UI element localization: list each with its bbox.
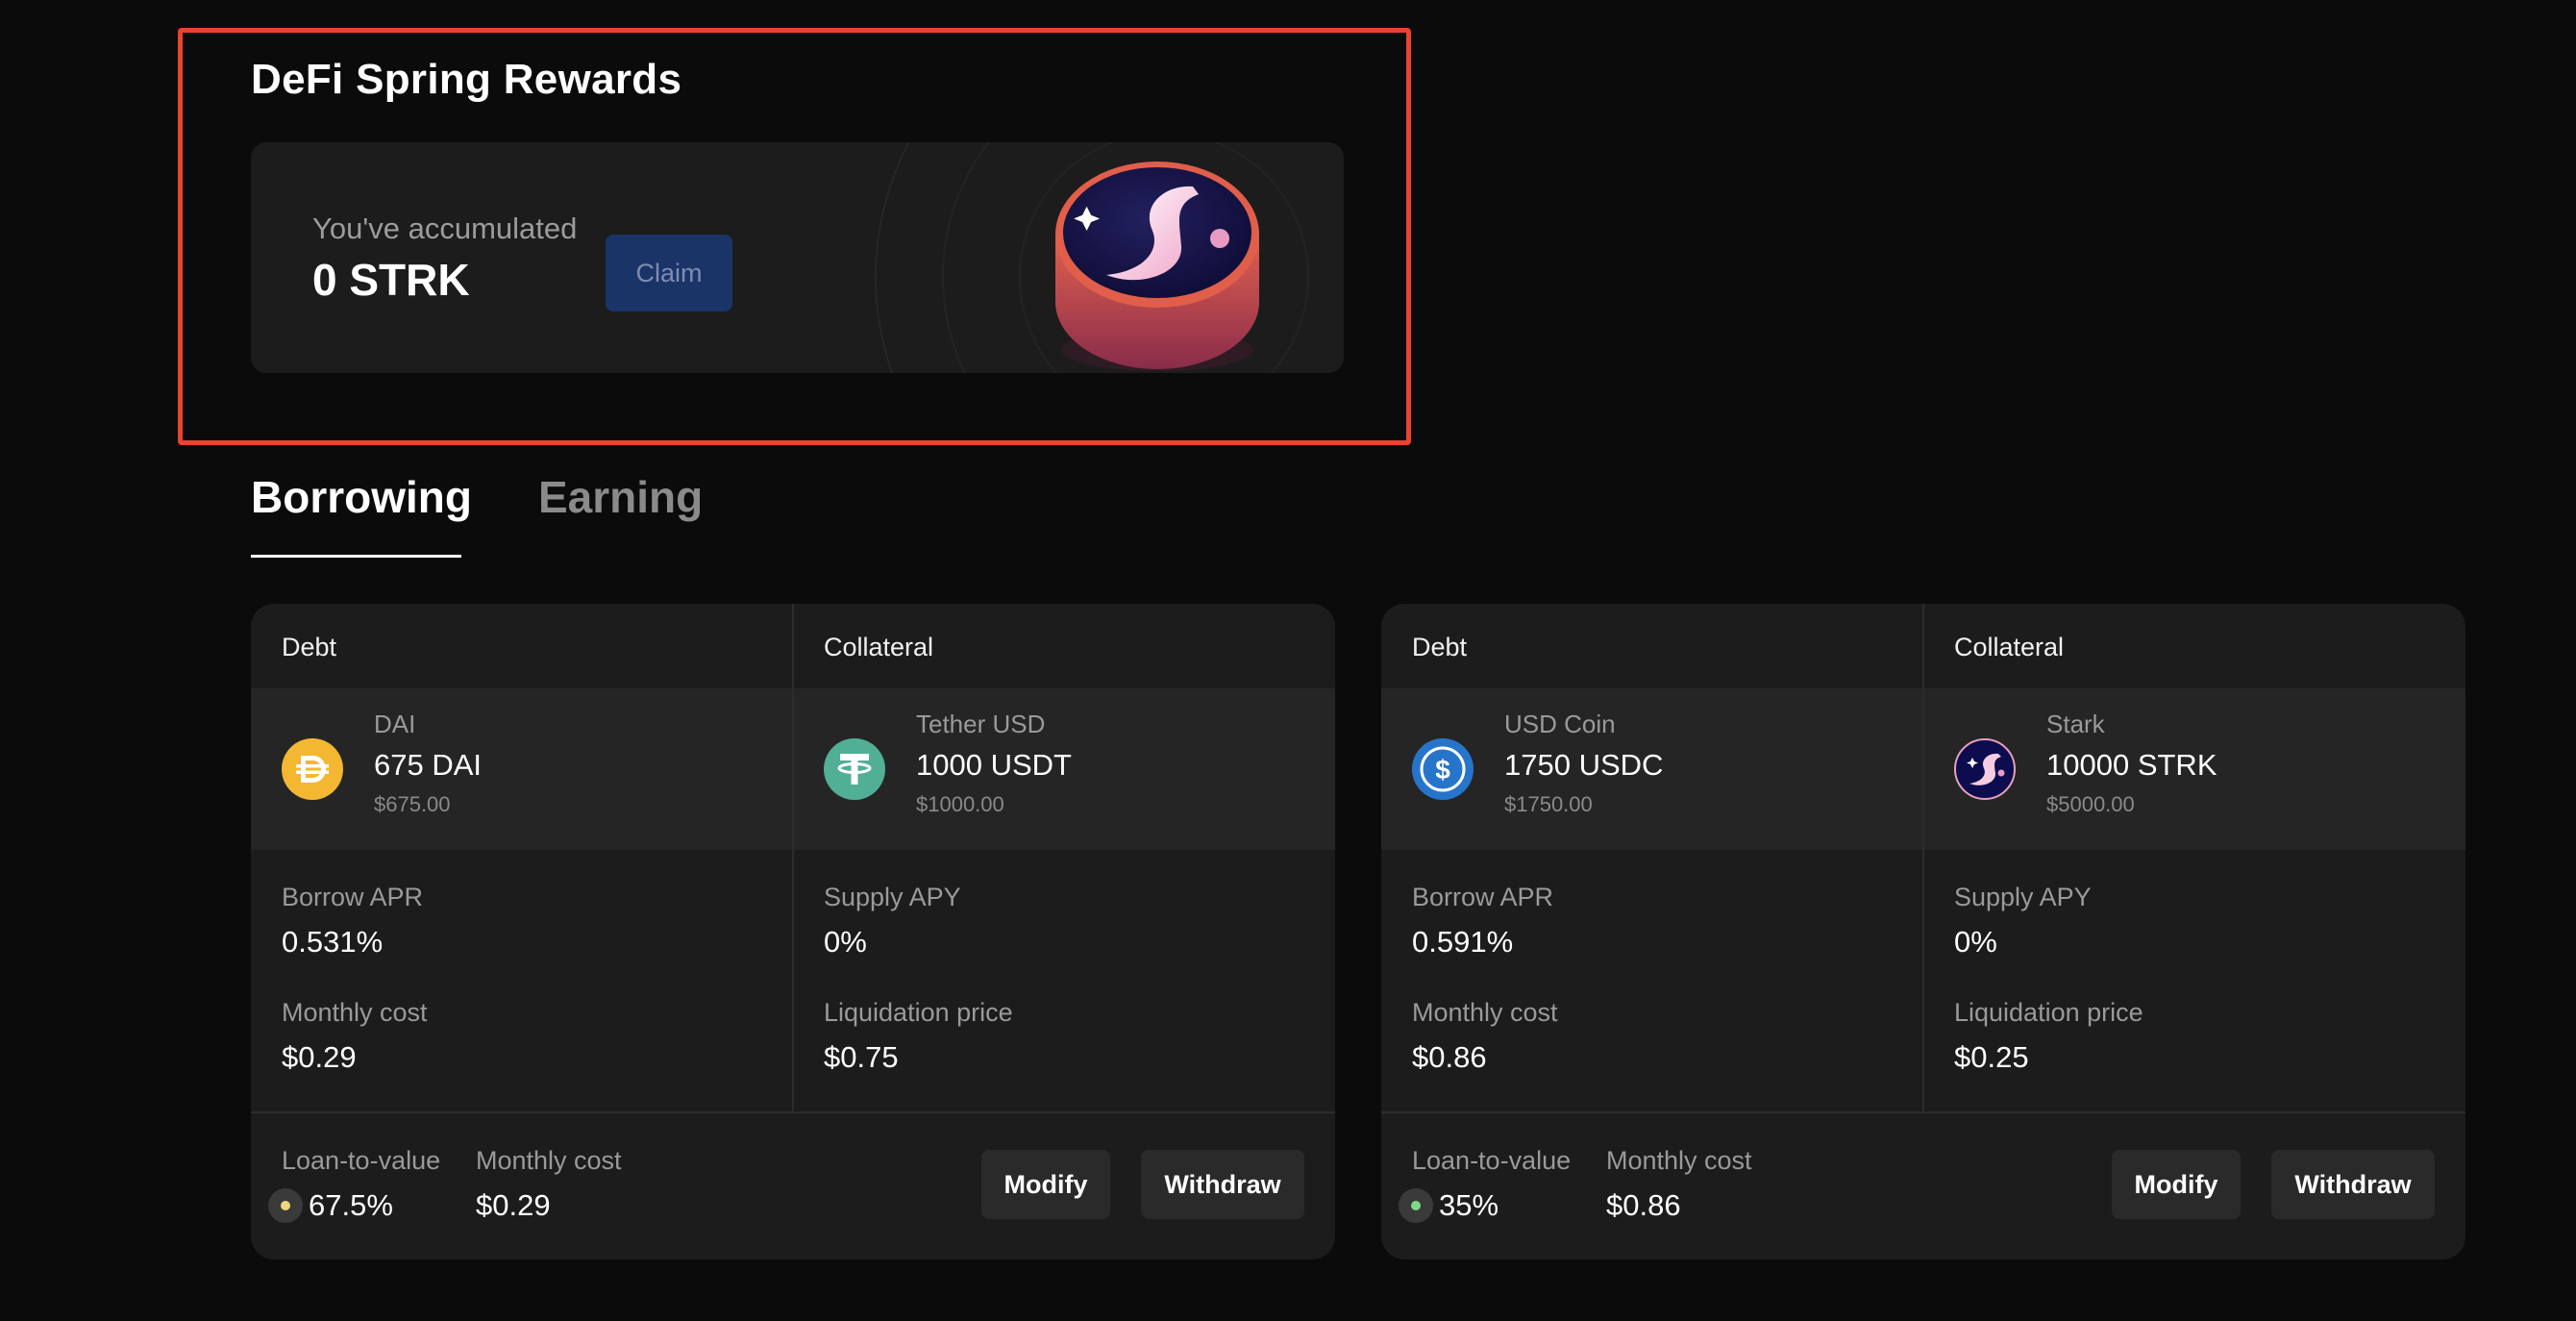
collateral-asset-usd: $5000.00 — [2046, 792, 2135, 816]
active-tab-indicator — [251, 555, 461, 558]
svg-text:$: $ — [1435, 755, 1450, 785]
supply-apy-label: Supply APY — [824, 883, 961, 911]
collateral-asset-name: Stark — [2046, 710, 2105, 738]
monthly-cost-value: $0.29 — [282, 1040, 357, 1074]
liquidation-price-label: Liquidation price — [1954, 998, 2143, 1027]
rewards-card: You've accumulated 0 STRK Claim — [251, 142, 1344, 373]
supply-apy-label: Supply APY — [1954, 883, 2092, 911]
debt-asset-name: USD Coin — [1504, 710, 1616, 738]
monthly-cost-label: Monthly cost — [1412, 998, 1558, 1027]
column-divider — [1922, 604, 1924, 1111]
ltv-label: Loan-to-value — [282, 1146, 441, 1175]
debt-asset-amount: 1750 USDC — [1504, 748, 1664, 782]
borrow-apr-label: Borrow APR — [282, 883, 424, 911]
modify-button[interactable]: Modify — [981, 1150, 1110, 1219]
ltv-label: Loan-to-value — [1412, 1146, 1572, 1175]
liquidation-price-label: Liquidation price — [824, 998, 1013, 1027]
liquidation-price-value: $0.25 — [1954, 1040, 2029, 1074]
row-divider — [251, 1111, 1335, 1113]
loan-card: Debt Collateral $ USD Coin 1750 USDC $17… — [1381, 604, 2465, 1259]
liquidation-price-value: $0.75 — [824, 1040, 899, 1074]
debt-asset-usd: $1750.00 — [1504, 792, 1593, 816]
accumulated-label: You've accumulated — [312, 212, 578, 245]
ltv-indicator-dot — [1399, 1188, 1433, 1223]
monthly-cost-value: $0.86 — [1412, 1040, 1487, 1074]
borrow-apr-value: 0.591% — [1412, 925, 1514, 959]
footer-monthly-cost-label: Monthly cost — [1606, 1146, 1752, 1175]
row-divider — [1381, 1111, 2465, 1113]
ltv-value: 35% — [1439, 1188, 1499, 1222]
usdc-icon: $ — [1412, 738, 1474, 800]
tab-borrowing[interactable]: Borrowing — [251, 471, 472, 523]
withdraw-button[interactable]: Withdraw — [1141, 1150, 1304, 1219]
collateral-header: Collateral — [1954, 633, 2065, 661]
debt-asset-amount: 675 DAI — [374, 748, 483, 782]
footer-monthly-cost-value: $0.86 — [1606, 1188, 1681, 1222]
stark-icon — [1954, 738, 2016, 800]
collateral-asset-name: Tether USD — [916, 710, 1046, 738]
debt-header: Debt — [1412, 633, 1468, 661]
debt-asset-usd: $675.00 — [374, 792, 451, 816]
modify-button[interactable]: Modify — [2112, 1150, 2241, 1219]
ltv-indicator-dot — [268, 1188, 303, 1223]
rewards-title: DeFi Spring Rewards — [251, 56, 682, 103]
loan-card: Debt Collateral DAI 675 DAI $675.00 Teth… — [251, 604, 1335, 1259]
accumulated-value: 0 STRK — [312, 255, 470, 305]
collateral-asset-usd: $1000.00 — [916, 792, 1004, 816]
collateral-header: Collateral — [824, 633, 934, 661]
tab-earning[interactable]: Earning — [538, 471, 703, 523]
dai-icon — [282, 738, 343, 800]
supply-apy-value: 0% — [1954, 925, 1997, 959]
borrow-apr-label: Borrow APR — [1412, 883, 1554, 911]
withdraw-button[interactable]: Withdraw — [2271, 1150, 2435, 1219]
collateral-asset-amount: 10000 STRK — [2046, 748, 2217, 782]
supply-apy-value: 0% — [824, 925, 867, 959]
monthly-cost-label: Monthly cost — [282, 998, 428, 1027]
collateral-asset-amount: 1000 USDT — [916, 748, 1072, 782]
footer-monthly-cost-label: Monthly cost — [476, 1146, 622, 1175]
footer-monthly-cost-value: $0.29 — [476, 1188, 551, 1222]
ltv-value: 67.5% — [309, 1188, 393, 1222]
borrow-apr-value: 0.531% — [282, 925, 384, 959]
tether-icon — [824, 738, 885, 800]
debt-header: Debt — [282, 633, 337, 661]
strk-coin-icon — [1055, 162, 1259, 371]
claim-button[interactable]: Claim — [606, 235, 732, 312]
debt-asset-name: DAI — [374, 710, 416, 738]
column-divider — [792, 604, 794, 1111]
